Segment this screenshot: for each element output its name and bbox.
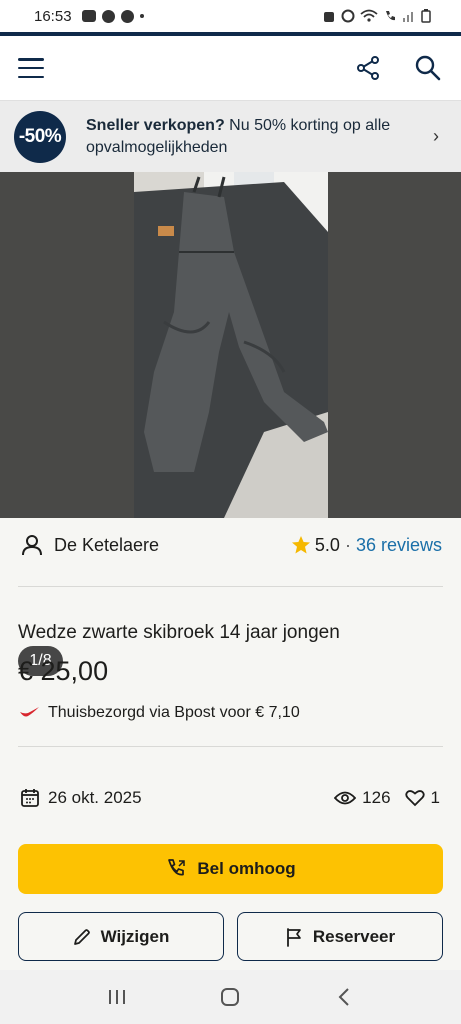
wijzigen-button[interactable]: Wijzigen <box>18 912 224 961</box>
shipping-price: € 7,10 <box>255 704 300 721</box>
seller-rating[interactable]: 5.0 · 36 reviews <box>291 535 442 556</box>
home-button[interactable] <box>215 982 245 1012</box>
search-icon <box>415 55 441 81</box>
status-time: 16:53 <box>34 7 72 25</box>
promo-banner[interactable]: -50% Sneller verkopen? Nu 50% korting op… <box>0 100 461 172</box>
status-bar: 16:53 <box>0 0 461 32</box>
views-count: 126 <box>362 788 391 807</box>
recent-apps-button[interactable] <box>102 982 132 1012</box>
star-icon <box>291 536 310 554</box>
eye-icon <box>334 791 357 805</box>
clock-icon <box>341 9 355 23</box>
bel-omhoog-label: Bel omhoog <box>197 859 296 878</box>
sync-icon <box>120 9 134 23</box>
discount-badge: -50% <box>14 110 66 163</box>
meta-row: 26 okt. 2025 126 1 <box>20 785 440 811</box>
app-header <box>0 36 461 100</box>
battery-icon <box>421 9 431 23</box>
heart-icon <box>404 790 425 807</box>
photo-gallery[interactable]: 1/8 <box>0 172 461 676</box>
bel-omhoog-button[interactable]: Bel omhoog <box>18 844 443 894</box>
rating-score: 5.0 <box>314 534 340 555</box>
message-icon <box>81 10 96 22</box>
shipping-text: Thuisbezorgd via Bpost voor € 7,10 <box>48 704 300 721</box>
search-button[interactable] <box>413 53 443 83</box>
rating-separator: · <box>344 534 351 555</box>
chevron-right-icon: › <box>433 126 439 146</box>
call-icon <box>386 11 395 21</box>
divider <box>18 746 443 747</box>
seller-row[interactable]: De Ketelaere 5.0 · 36 reviews <box>22 530 442 560</box>
pencil-icon <box>73 928 90 945</box>
notification-icons <box>81 9 144 23</box>
product-photo[interactable] <box>134 172 328 518</box>
back-button[interactable] <box>329 982 359 1012</box>
signal-icon <box>403 12 413 22</box>
reserveer-button[interactable]: Reserveer <box>237 912 443 961</box>
share-button[interactable] <box>353 53 383 83</box>
seller-name[interactable]: De Ketelaere <box>54 535 159 556</box>
back-icon <box>338 988 349 1006</box>
wijzigen-label: Wijzigen <box>100 926 170 946</box>
shipping-info: Thuisbezorgd via Bpost voor € 7,10 <box>18 704 300 722</box>
favorites-count: 1 <box>430 788 440 807</box>
alarm-icon <box>324 12 334 22</box>
home-icon <box>221 988 240 1006</box>
promo-text: Sneller verkopen? Nu 50% korting op alle… <box>86 115 416 159</box>
promo-headline: Sneller verkopen? <box>86 116 225 134</box>
user-icon <box>22 535 42 556</box>
divider <box>18 586 443 587</box>
listing-stats: 126 1 <box>334 788 440 808</box>
reserveer-label: Reserveer <box>312 926 396 946</box>
phone-icon <box>168 859 186 876</box>
listing-title: Wedze zwarte skibroek 14 jaar jongen <box>18 622 340 643</box>
share-icon <box>357 56 379 80</box>
hamburger-icon[interactable] <box>18 58 44 78</box>
app-notification-icon <box>101 9 115 23</box>
bpost-logo-icon <box>20 707 39 717</box>
system-navigation-bar <box>0 970 461 1024</box>
wifi-icon <box>360 9 378 22</box>
system-icons <box>322 9 431 23</box>
recent-apps-icon <box>108 990 125 1004</box>
calendar-icon <box>21 789 39 807</box>
listing-date: 26 okt. 2025 <box>48 788 142 807</box>
flag-icon <box>286 927 301 947</box>
reviews-link[interactable]: 36 reviews <box>356 535 442 556</box>
listing-price: € 25,00 <box>18 656 109 686</box>
more-notifications-icon <box>139 14 144 18</box>
